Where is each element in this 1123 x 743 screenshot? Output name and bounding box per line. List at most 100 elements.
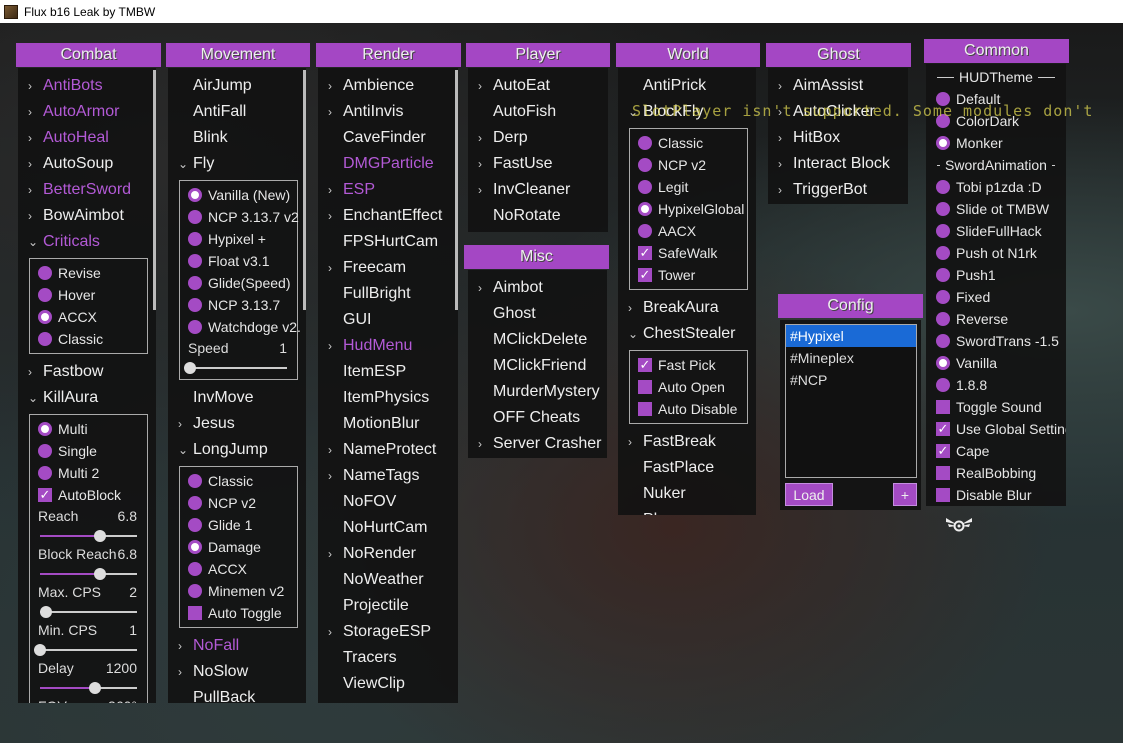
radio-option[interactable]: Tobi p1zda :D: [926, 176, 1066, 198]
panel-header-combat[interactable]: Combat: [16, 43, 161, 67]
module-autofish[interactable]: AutoFish: [468, 99, 608, 125]
panel-header-config[interactable]: Config: [778, 294, 923, 318]
chevron-right-icon[interactable]: ›: [28, 99, 32, 125]
chevron-right-icon[interactable]: ›: [28, 359, 32, 385]
chevron-right-icon[interactable]: ›: [628, 429, 632, 455]
module-derp[interactable]: › Derp: [468, 125, 608, 151]
chevron-down-icon[interactable]: ⌄: [28, 229, 38, 255]
scrollbar[interactable]: [303, 70, 306, 310]
slider-setting[interactable]: Max. CPS 2: [38, 582, 147, 620]
module-antiprick[interactable]: AntiPrick: [618, 73, 756, 99]
chevron-right-icon[interactable]: ›: [778, 99, 782, 125]
checkbox-option[interactable]: Auto Open: [638, 376, 747, 398]
radio-option[interactable]: Glide(Speed): [188, 272, 297, 294]
chevron-right-icon[interactable]: ›: [28, 151, 32, 177]
panel-header-ghost[interactable]: Ghost: [766, 43, 911, 67]
module-blockfly[interactable]: ⌄ BlockFly: [618, 99, 756, 125]
module-tracers[interactable]: Tracers: [318, 645, 458, 671]
module-invcleaner[interactable]: › InvCleaner: [468, 177, 608, 203]
radio-option[interactable]: Slide ot TMBW: [926, 198, 1066, 220]
checkbox-option[interactable]: RealBobbing: [926, 462, 1066, 484]
module-fpshurtcam[interactable]: FPSHurtCam: [318, 229, 458, 255]
module-gui[interactable]: GUI: [318, 307, 458, 333]
checkbox-option[interactable]: ✓ Fast Pick: [638, 354, 747, 376]
slider-thumb[interactable]: [94, 530, 107, 542]
radio-option[interactable]: Push1: [926, 264, 1066, 286]
chevron-right-icon[interactable]: ›: [778, 151, 782, 177]
module-storageesp[interactable]: › StorageESP: [318, 619, 458, 645]
radio-option[interactable]: Reverse: [926, 308, 1066, 330]
module-nameprotect[interactable]: › NameProtect: [318, 437, 458, 463]
config-item[interactable]: #NCP: [786, 369, 916, 391]
module-ghost[interactable]: Ghost: [468, 301, 607, 327]
slider-thumb[interactable]: [184, 362, 196, 374]
slider-track[interactable]: [39, 606, 137, 618]
chevron-right-icon[interactable]: ›: [778, 125, 782, 151]
chevron-right-icon[interactable]: ›: [178, 633, 182, 659]
module-autoclicker[interactable]: › AutoClicker: [768, 99, 908, 125]
module-autoeat[interactable]: › AutoEat: [468, 73, 608, 99]
module-murdermystery[interactable]: MurderMystery: [468, 379, 607, 405]
radio-option[interactable]: Classic: [38, 328, 147, 350]
radio-option[interactable]: ColorDark: [926, 110, 1066, 132]
chevron-right-icon[interactable]: ›: [328, 255, 332, 281]
module-autosoup[interactable]: › AutoSoup: [18, 151, 156, 177]
module-bowaimbot[interactable]: › BowAimbot: [18, 203, 156, 229]
module-airjump[interactable]: AirJump: [168, 73, 306, 99]
chevron-right-icon[interactable]: ›: [328, 333, 332, 359]
radio-option[interactable]: ACCX: [188, 558, 297, 580]
radio-option[interactable]: Float v3.1: [188, 250, 297, 272]
module-invmove[interactable]: InvMove: [168, 385, 306, 411]
chevron-right-icon[interactable]: ›: [328, 73, 332, 99]
chevron-right-icon[interactable]: ›: [28, 125, 32, 151]
slider-setting[interactable]: Block Reach 6.8: [38, 544, 147, 582]
module-nuker[interactable]: Nuker: [618, 481, 756, 507]
slider-track[interactable]: [40, 530, 137, 542]
module-projectile[interactable]: Projectile: [318, 593, 458, 619]
module-nofov[interactable]: NoFOV: [318, 489, 458, 515]
scrollbar[interactable]: [153, 70, 156, 310]
panel-header-world[interactable]: World: [616, 43, 760, 67]
checkbox-option[interactable]: ✓ SafeWalk: [638, 242, 747, 264]
slider-thumb[interactable]: [89, 682, 102, 694]
module-norotate[interactable]: NoRotate: [468, 203, 608, 229]
radio-option[interactable]: HypixelGlobal: [638, 198, 747, 220]
module-blink[interactable]: Blink: [168, 125, 306, 151]
chevron-right-icon[interactable]: ›: [328, 177, 332, 203]
radio-option[interactable]: Vanilla: [926, 352, 1066, 374]
module-antifall[interactable]: AntiFall: [168, 99, 306, 125]
module-cavefinder[interactable]: CaveFinder: [318, 125, 458, 151]
module-enchanteffect[interactable]: › EnchantEffect: [318, 203, 458, 229]
radio-option[interactable]: SwordTrans -1.5: [926, 330, 1066, 352]
slider-thumb[interactable]: [34, 644, 46, 656]
radio-option[interactable]: Single: [38, 440, 147, 462]
chevron-right-icon[interactable]: ›: [478, 275, 482, 301]
chevron-right-icon[interactable]: ›: [328, 203, 332, 229]
checkbox-option[interactable]: Auto Toggle: [188, 602, 297, 624]
module-antibots[interactable]: › AntiBots: [18, 73, 156, 99]
radio-option[interactable]: AACX: [638, 220, 747, 242]
module-off-cheats[interactable]: OFF Cheats: [468, 405, 607, 431]
radio-option[interactable]: 1.8.8: [926, 374, 1066, 396]
module-nohurtcam[interactable]: NoHurtCam: [318, 515, 458, 541]
slider-track[interactable]: [40, 682, 137, 694]
chevron-right-icon[interactable]: ›: [478, 177, 482, 203]
radio-option[interactable]: NCP v2: [638, 154, 747, 176]
chevron-right-icon[interactable]: ›: [478, 125, 482, 151]
scrollbar[interactable]: [455, 70, 458, 310]
module-criticals[interactable]: ⌄ Criticals: [18, 229, 156, 255]
checkbox-option[interactable]: Toggle Sound: [926, 396, 1066, 418]
chevron-right-icon[interactable]: ›: [478, 431, 482, 457]
chevron-right-icon[interactable]: ›: [478, 73, 482, 99]
module-itemesp[interactable]: ItemESP: [318, 359, 458, 385]
slider-setting[interactable]: Delay 1200: [38, 658, 147, 696]
chevron-down-icon[interactable]: ⌄: [178, 437, 188, 463]
module-fullbright[interactable]: FullBright: [318, 281, 458, 307]
radio-option[interactable]: SlideFullHack: [926, 220, 1066, 242]
radio-option[interactable]: Multi: [38, 418, 147, 440]
module-jesus[interactable]: › Jesus: [168, 411, 306, 437]
panel-header-misc[interactable]: Misc: [464, 245, 609, 269]
module-nametags[interactable]: › NameTags: [318, 463, 458, 489]
radio-option[interactable]: Hover: [38, 284, 147, 306]
module-fastplace[interactable]: FastPlace: [618, 455, 756, 481]
